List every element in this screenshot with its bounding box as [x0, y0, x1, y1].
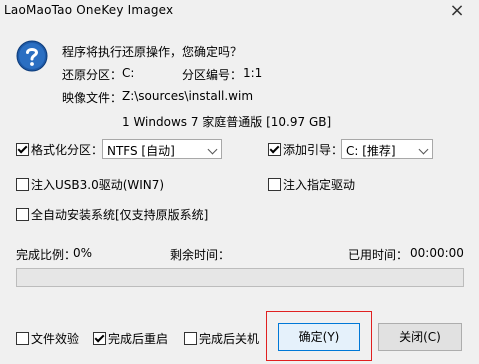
shutdown-after-label: 完成后关机	[199, 332, 260, 346]
completion-ratio-label: 完成比例：	[16, 248, 77, 262]
reboot-after-checkbox[interactable]	[93, 332, 106, 345]
completion-ratio-value: 0%	[73, 246, 93, 260]
file-verify-checkbox[interactable]	[16, 332, 29, 345]
restore-partition-label: 还原分区：	[62, 68, 123, 82]
close-button[interactable]: 关闭(C)	[378, 323, 462, 351]
confirm-question: 程序将执行还原操作，您确定吗？	[62, 45, 243, 59]
remaining-time-label: 剩余时间：	[170, 248, 231, 262]
file-verify-label: 文件效验	[31, 332, 80, 346]
usb3-driver-label: 注入USB3.0驱动(WIN7)	[31, 178, 165, 192]
boot-target-value: C: [推荐]	[346, 144, 396, 158]
format-partition-label: 格式化分区：	[31, 143, 104, 157]
chevron-down-icon	[207, 144, 218, 155]
format-type-value: NTFS [自动]	[107, 144, 175, 158]
auto-install-label: 全自动安装系统[仅支持原版系统]	[31, 208, 209, 222]
elapsed-time-value: 00:00:00	[410, 246, 464, 260]
chevron-down-icon	[418, 144, 429, 155]
format-partition-checkbox[interactable]	[16, 143, 29, 156]
image-file-value: Z:\sources\install.wim	[122, 89, 254, 103]
inject-driver-label: 注入指定驱动	[283, 178, 356, 192]
restore-partition-value: C:	[122, 66, 135, 80]
auto-install-checkbox[interactable]	[16, 208, 29, 221]
boot-target-dropdown[interactable]: C: [推荐]	[341, 139, 433, 159]
question-icon	[16, 40, 48, 72]
window-title: LaoMaoTao OneKey Imagex	[4, 3, 174, 17]
progress-bar	[16, 268, 464, 287]
elapsed-time-label: 已用时间：	[348, 248, 409, 262]
image-description: 1 Windows 7 家庭普通版 [10.97 GB]	[122, 115, 332, 129]
image-file-label: 映像文件：	[62, 91, 123, 105]
ok-button[interactable]: 确定(Y)	[278, 323, 360, 351]
usb3-driver-checkbox[interactable]	[16, 178, 29, 191]
close-window-button[interactable]: ×	[435, 0, 479, 23]
reboot-after-label: 完成后重启	[108, 332, 169, 346]
title-bar: LaoMaoTao OneKey Imagex ×	[0, 0, 479, 23]
inject-driver-checkbox[interactable]	[268, 178, 281, 191]
format-type-dropdown[interactable]: NTFS [自动]	[102, 139, 222, 159]
shutdown-after-checkbox[interactable]	[184, 332, 197, 345]
partition-number-label: 分区编号：	[182, 68, 243, 82]
add-boot-label: 添加引导：	[283, 143, 344, 157]
add-boot-checkbox[interactable]	[268, 143, 281, 156]
dialog-window: LaoMaoTao OneKey Imagex × 程序将执行还原操作，您确定吗…	[0, 0, 479, 364]
partition-number-value: 1:1	[243, 66, 263, 80]
